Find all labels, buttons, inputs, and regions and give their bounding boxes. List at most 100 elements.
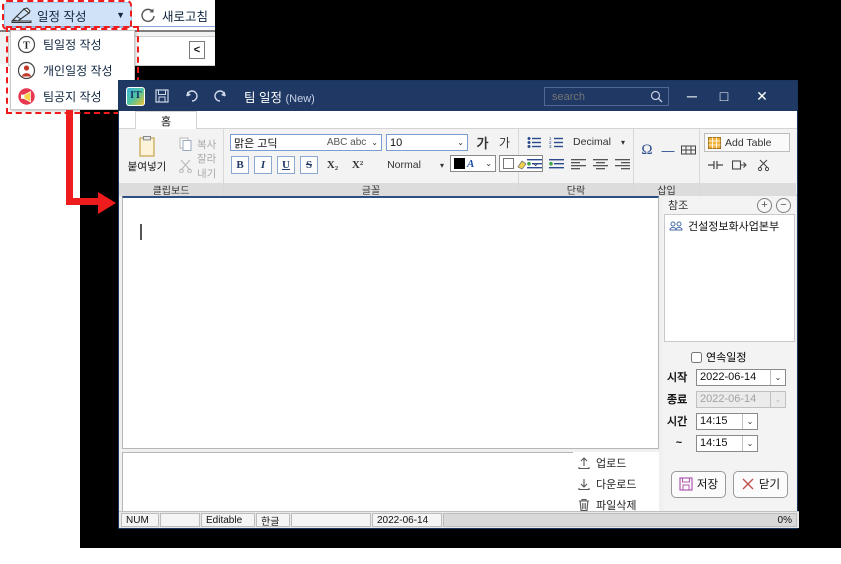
download-button[interactable]: 다운로드	[577, 475, 659, 494]
font-name-field[interactable]: 맑은 고딕 ABC abc ⌄	[230, 134, 382, 151]
start-date-label: 시작	[667, 372, 688, 384]
delete-table-button[interactable]	[754, 156, 772, 174]
font-grow-button[interactable]: 가	[473, 133, 492, 152]
search-box[interactable]	[544, 87, 669, 106]
split-cells-button[interactable]	[730, 156, 748, 174]
align-right-button[interactable]	[613, 156, 631, 173]
chevron-down-icon[interactable]: ▾	[436, 156, 448, 174]
window-title-suffix: (New)	[285, 92, 315, 105]
recurring-checkbox[interactable]	[691, 351, 702, 363]
list-item[interactable]: 건설정보화사업본부	[665, 215, 794, 234]
chevron-down-icon[interactable]: ▾	[617, 134, 629, 150]
insert-symbol-button[interactable]: Ω	[638, 140, 656, 160]
compose-schedule-button[interactable]: 일정 작성 ▼	[4, 2, 132, 28]
highlight-swatch	[503, 158, 514, 169]
cut-label: 잘라내기	[197, 153, 217, 180]
statusbar-cell-num: NUM	[121, 513, 159, 527]
underline-button[interactable]: U	[277, 156, 295, 174]
chevron-down-icon[interactable]: ⌄	[742, 413, 757, 429]
save-button[interactable]: 저장	[671, 470, 726, 498]
refresh-label: 새로고침	[162, 9, 209, 24]
reference-header: 참조 + −	[663, 196, 796, 214]
menu-item-team-schedule[interactable]: T 팀일정 작성	[11, 31, 134, 57]
chevron-down-icon[interactable]: ⌄	[482, 159, 492, 168]
refresh-button[interactable]: 새로고침	[138, 3, 208, 27]
menu-item-personal-schedule[interactable]: 개인일정 작성	[11, 57, 134, 83]
paste-button[interactable]: 붙여넣기	[122, 132, 172, 178]
subscript-button[interactable]: X₂	[323, 156, 342, 174]
chevron-down-icon: ▼	[116, 10, 125, 20]
reference-list[interactable]: 건설정보화사업본부	[664, 214, 795, 342]
bold-button[interactable]: B	[231, 156, 249, 174]
strikethrough-button[interactable]: S	[300, 156, 318, 174]
chevron-down-icon[interactable]: ⌄	[742, 435, 757, 451]
megaphone-circle-icon	[17, 87, 36, 106]
insert-group-label: 삽입	[634, 183, 699, 197]
close-button[interactable]: 닫기	[733, 470, 788, 498]
insert-table-button[interactable]	[679, 140, 697, 160]
bulleted-list-button[interactable]	[525, 134, 543, 151]
decrease-indent-button[interactable]	[525, 156, 543, 173]
undo-icon[interactable]	[179, 84, 203, 108]
redo-icon[interactable]	[208, 84, 232, 108]
time-to-field[interactable]: 14:15 ⌄	[696, 434, 758, 452]
add-reference-button[interactable]: +	[757, 198, 772, 213]
ribbon-group-insert: Ω — 삽입	[634, 129, 700, 197]
strikethrough-label: S	[305, 159, 313, 171]
search-icon[interactable]	[650, 90, 663, 103]
end-date-value: 2022-06-14	[700, 393, 757, 405]
upload-button[interactable]: 업로드	[577, 454, 659, 473]
recurring-checkbox-row[interactable]: 연속일정	[663, 348, 796, 366]
save-label: 저장	[696, 479, 719, 491]
font-size-field[interactable]: 10 ⌄	[386, 134, 468, 151]
annotation-arrow-stem	[66, 110, 73, 205]
refresh-icon	[138, 7, 157, 24]
align-center-button[interactable]	[591, 156, 609, 173]
add-table-button[interactable]: Add Table	[704, 133, 790, 152]
add-table-icon	[705, 136, 721, 149]
chevron-down-icon[interactable]: ⌄	[454, 138, 464, 147]
superscript-button[interactable]: X²	[348, 156, 367, 174]
font-color-picker[interactable]: A ⌄	[450, 155, 496, 172]
font-size-value: 10	[390, 136, 403, 149]
ribbon-tabstrip: 홈	[119, 111, 797, 129]
merge-cells-button[interactable]	[706, 156, 724, 174]
menu-item-team-notice[interactable]: 팀공지 작성	[11, 83, 134, 109]
numbered-list-button[interactable]: 1 2 3	[547, 134, 565, 151]
paragraph-style-dropdown[interactable]: Normal	[372, 156, 436, 174]
window-maximize-button[interactable]: □	[711, 84, 737, 108]
underline-label: U	[282, 159, 290, 171]
font-shrink-button[interactable]: 가	[495, 133, 514, 152]
window-close-button[interactable]: ✕	[749, 84, 775, 108]
statusbar-cell-blank2	[291, 513, 371, 527]
statusbar-cell-date: 2022-06-14	[372, 513, 442, 527]
window-title-text: 팀 일정	[244, 90, 282, 105]
tab-home[interactable]: 홈	[135, 111, 197, 129]
save-icon[interactable]	[150, 84, 174, 108]
search-input[interactable]	[550, 89, 646, 104]
start-date-field[interactable]: 2022-06-14 ⌄	[696, 368, 786, 386]
align-left-button[interactable]	[569, 156, 587, 173]
italic-button[interactable]: I	[254, 156, 272, 174]
font-name-value: 맑은 고딕	[234, 137, 278, 150]
remove-reference-button[interactable]: −	[776, 198, 791, 213]
time-from-field[interactable]: 14:15 ⌄	[696, 412, 758, 430]
document-editor[interactable]	[122, 196, 659, 449]
window-minimize-button[interactable]: ─	[679, 84, 705, 108]
time-label: 시간	[667, 416, 688, 428]
collapse-panel-button[interactable]: <	[189, 41, 205, 59]
chevron-down-icon[interactable]: ⌄	[770, 369, 785, 385]
numbering-format-dropdown[interactable]: Decimal	[567, 134, 617, 150]
chevron-down-icon[interactable]: ⌄	[368, 138, 378, 147]
symbol-omega-icon: Ω	[641, 141, 653, 158]
cut-button[interactable]: 잘라내기	[175, 153, 223, 180]
start-date-value: 2022-06-14	[700, 371, 757, 383]
close-x-icon	[741, 477, 755, 491]
time-to-row: ~ 14:15 ⌄	[663, 432, 796, 454]
time-from-row: 시간 14:15 ⌄	[663, 410, 796, 432]
insert-line-button[interactable]: —	[659, 140, 677, 160]
increase-indent-button[interactable]	[547, 156, 565, 173]
plus-icon: +	[761, 199, 768, 211]
end-date-row: 종료 2022-06-14 ⌄	[663, 388, 796, 410]
font-group-label: 글꼴	[224, 183, 518, 197]
